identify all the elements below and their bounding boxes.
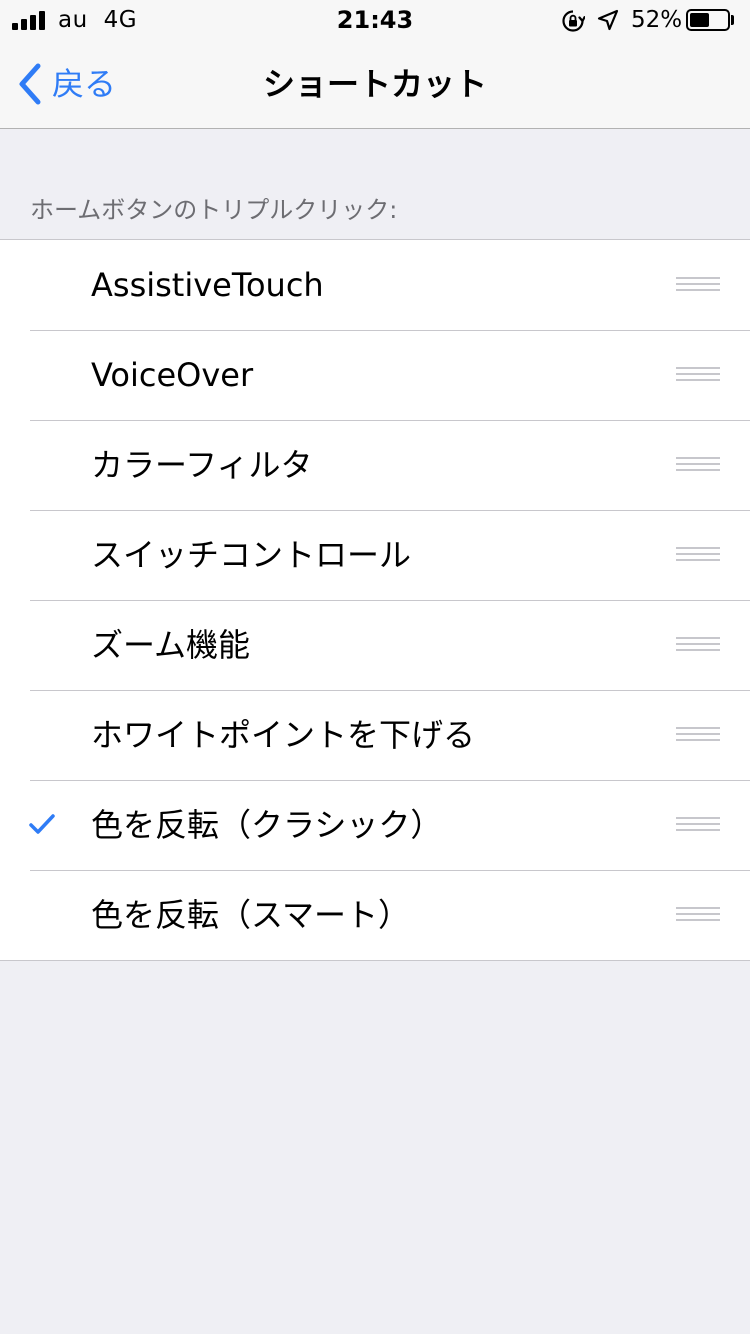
reorder-handle-icon[interactable]	[676, 367, 720, 381]
reorder-handle-icon[interactable]	[676, 637, 720, 651]
list-item-label: スイッチコントロール	[91, 536, 412, 574]
battery-icon	[686, 9, 730, 31]
section-header: ホームボタンのトリプルクリック:	[30, 196, 398, 224]
list-item-label: 色を反転（スマート）	[91, 896, 411, 934]
list-item-3[interactable]: スイッチコントロール	[0, 510, 750, 600]
list-item-label: VoiceOver	[91, 356, 254, 394]
list-item-2[interactable]: カラーフィルタ	[0, 420, 750, 510]
list-item-5[interactable]: ホワイトポイントを下げる	[0, 690, 750, 780]
list-item-0[interactable]: AssistiveTouch	[0, 240, 750, 330]
checkmark-icon	[29, 814, 55, 834]
list-item-7[interactable]: 色を反転（スマート）	[0, 870, 750, 960]
location-icon	[597, 9, 619, 31]
reorder-handle-icon[interactable]	[676, 817, 720, 831]
status-bar: au 4G 21:43 52%	[0, 0, 750, 40]
list-item-label: ズーム機能	[91, 626, 251, 664]
list-item-6[interactable]: 色を反転（クラシック）	[0, 780, 750, 870]
battery-percent: 52%	[631, 7, 683, 33]
list-item-label: ホワイトポイントを下げる	[91, 716, 476, 754]
battery-terminal	[731, 15, 734, 25]
shortcut-list: AssistiveTouch VoiceOver カラーフィルタ スイッチコント…	[0, 239, 750, 961]
reorder-handle-icon[interactable]	[676, 277, 720, 291]
reorder-handle-icon[interactable]	[676, 907, 720, 921]
list-item-label: 色を反転（クラシック）	[91, 806, 443, 844]
reorder-handle-icon[interactable]	[676, 457, 720, 471]
navigation-bar: 戻る ショートカット	[0, 40, 750, 129]
list-item-label: カラーフィルタ	[91, 446, 313, 484]
battery-fill	[690, 13, 709, 27]
list-item-4[interactable]: ズーム機能	[0, 600, 750, 690]
orientation-lock-icon	[562, 10, 585, 32]
list-item-label: AssistiveTouch	[91, 266, 324, 304]
list-item-1[interactable]: VoiceOver	[0, 330, 750, 420]
page-title: ショートカット	[262, 65, 487, 103]
reorder-handle-icon[interactable]	[676, 547, 720, 561]
reorder-handle-icon[interactable]	[676, 727, 720, 741]
